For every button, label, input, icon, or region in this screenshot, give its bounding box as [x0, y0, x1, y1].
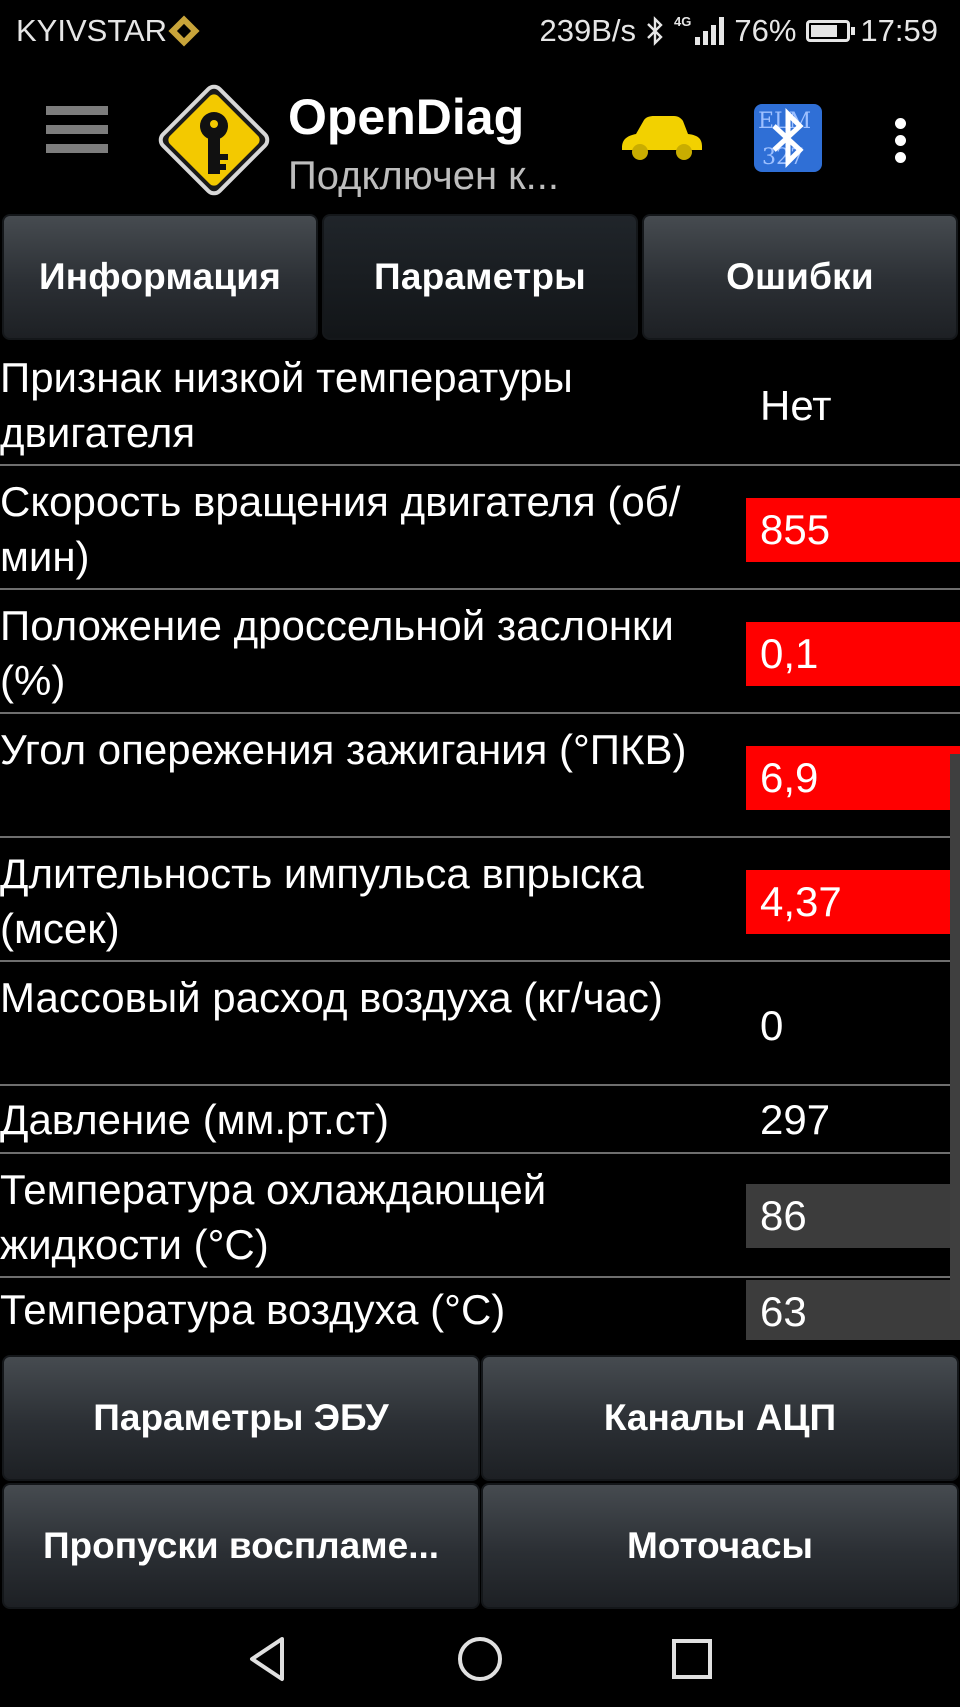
tab-parameters[interactable]: Параметры	[322, 214, 638, 340]
system-nav-bar	[0, 1611, 960, 1707]
car-icon[interactable]	[618, 112, 704, 164]
param-name: Скорость вращения двигателя (об/мин)	[0, 478, 681, 580]
param-row-air-temp: Температура воздуха (°С) 63	[0, 1278, 960, 1340]
carrier-badge-icon	[168, 15, 200, 47]
param-name: Угол опережения зажигания (°ПКВ)	[0, 726, 687, 773]
param-row-injection-pulse: Длительность импульса впрыска (мсек) 4,3…	[0, 838, 960, 962]
tab-information[interactable]: Информация	[2, 214, 318, 340]
param-name: Температура охлаждающей жидкости (°С)	[0, 1166, 547, 1268]
ecu-parameters-button[interactable]: Параметры ЭБУ	[2, 1355, 480, 1481]
misfires-label: Пропуски воспламе...	[42, 1525, 440, 1566]
param-name: Массовый расход воздуха (кг/час)	[0, 974, 663, 1021]
status-left: KYIVSTAR	[16, 13, 200, 49]
misfires-button[interactable]: Пропуски воспламе...	[2, 1483, 480, 1609]
tab-parameters-label: Параметры	[374, 256, 586, 297]
param-value: 63	[746, 1280, 960, 1340]
param-value: 0	[760, 1002, 784, 1049]
tab-information-label: Информация	[38, 256, 282, 297]
battery-icon	[806, 20, 856, 42]
param-row-throttle-position: Положение дроссельной заслонки (%) 0,1	[0, 590, 960, 714]
adc-channels-label: Каналы АЦП	[603, 1397, 837, 1438]
param-value: 86	[746, 1184, 960, 1248]
scrollbar[interactable]	[950, 754, 960, 1310]
connection-status: Подключен к...	[288, 154, 559, 198]
clock: 17:59	[860, 13, 938, 48]
param-value: 4,37	[746, 870, 960, 934]
overflow-menu-icon[interactable]	[890, 118, 910, 164]
param-row-coolant-temp: Температура охлаждающей жидкости (°С) 86	[0, 1154, 960, 1278]
network-type: 4G	[674, 14, 692, 29]
ecu-parameters-label: Параметры ЭБУ	[93, 1397, 389, 1438]
elm327-bluetooth-icon[interactable]: ELM 327	[752, 102, 824, 174]
status-bar: KYIVSTAR 239B/s 4G 76% 17:59	[0, 0, 960, 66]
param-name: Признак низкой температуры двигателя	[0, 354, 573, 456]
battery-percent: 76%	[734, 13, 797, 48]
tab-errors-label: Ошибки	[726, 256, 874, 297]
menu-icon[interactable]	[46, 106, 108, 172]
param-row-mass-air-flow: Массовый расход воздуха (кг/час) 0	[0, 962, 960, 1086]
param-name: Положение дроссельной заслонки (%)	[0, 602, 674, 704]
svg-text:ELM: ELM	[758, 109, 811, 134]
engine-hours-label: Моточасы	[626, 1525, 814, 1566]
param-name: Температура воздуха (°С)	[0, 1286, 506, 1333]
param-name: Длительность импульса впрыска (мсек)	[0, 850, 644, 952]
tab-errors[interactable]: Ошибки	[642, 214, 958, 340]
adc-channels-button[interactable]: Каналы АЦП	[481, 1355, 959, 1481]
recents-icon[interactable]	[666, 1633, 718, 1685]
param-row-low-engine-temp: Признак низкой температуры двигателя Нет	[0, 342, 960, 466]
network-speed: 239B/s	[539, 13, 637, 48]
param-name: Давление (мм.рт.ст)	[0, 1096, 390, 1143]
param-value: 297	[760, 1096, 831, 1143]
status-right: 239B/s 4G 76% 17:59	[540, 13, 938, 49]
app-title: OpenDiag	[288, 89, 525, 145]
signal-strength-icon	[695, 17, 725, 45]
app-bar: OpenDiag Подключен к... ELM 327	[0, 66, 960, 212]
bottom-button-grid: Параметры ЭБУ Каналы АЦП Пропуски воспла…	[0, 1353, 960, 1611]
parameter-list[interactable]: Признак низкой температуры двигателя Нет…	[0, 342, 960, 1340]
key-logo-icon	[158, 84, 270, 196]
param-row-pressure: Давление (мм.рт.ст) 297	[0, 1086, 960, 1154]
tab-bar: Информация Параметры Ошибки	[0, 212, 960, 342]
home-icon[interactable]	[454, 1633, 506, 1685]
param-value: 6,9	[746, 746, 960, 810]
bluetooth-status-icon	[647, 16, 663, 46]
back-icon[interactable]	[242, 1633, 294, 1685]
param-value: 0,1	[746, 622, 960, 686]
param-value: Нет	[760, 382, 832, 429]
battery-level-fill	[811, 25, 838, 37]
param-row-ignition-advance: Угол опережения зажигания (°ПКВ) 6,9	[0, 714, 960, 838]
param-row-engine-rpm: Скорость вращения двигателя (об/мин) 855	[0, 466, 960, 590]
engine-hours-button[interactable]: Моточасы	[481, 1483, 959, 1609]
carrier-name: KYIVSTAR	[16, 13, 168, 48]
param-value: 855	[746, 498, 960, 562]
